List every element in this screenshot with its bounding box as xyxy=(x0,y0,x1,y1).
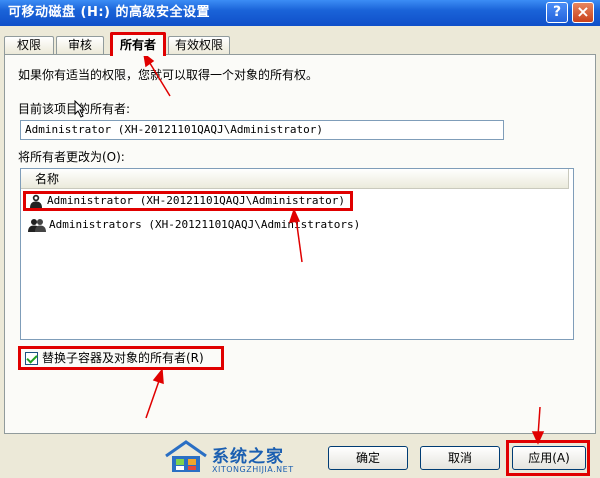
tab-effective-permissions[interactable]: 有效权限 xyxy=(168,36,230,54)
intro-text: 如果你有适当的权限，您就可以取得一个对象的所有权。 xyxy=(18,68,319,82)
owner-list[interactable]: 名称 Administrator (XH-20121101QAQJ\Admini… xyxy=(20,168,574,340)
apply-button[interactable]: 应用(A) xyxy=(512,446,586,470)
column-header-name[interactable]: 名称 xyxy=(21,169,569,189)
title-bar: 可移动磁盘 (H:) 的高级安全设置 ? × xyxy=(0,0,600,26)
help-icon: ? xyxy=(552,4,562,20)
tab-strip: 权限 审核 所有者 有效权限 xyxy=(0,30,600,56)
current-owner-field: Administrator (XH-20121101QAQJ\Administr… xyxy=(20,120,504,140)
mouse-cursor-icon xyxy=(74,100,86,118)
tab-owner[interactable]: 所有者 xyxy=(110,32,166,56)
cancel-button[interactable]: 取消 xyxy=(420,446,500,470)
replace-owner-checkbox[interactable] xyxy=(25,352,38,365)
change-owner-label: 将所有者更改为(O): xyxy=(18,150,125,164)
replace-owner-option[interactable]: 替换子容器及对象的所有者(R) xyxy=(18,346,224,370)
owner-item-label: Administrators (XH-20121101QAQJ\Administ… xyxy=(49,218,361,231)
watermark-url: XITONGZHIJIA.NET xyxy=(212,465,294,474)
tab-auditing[interactable]: 审核 xyxy=(56,36,104,54)
help-button[interactable]: ? xyxy=(546,2,568,23)
replace-owner-label: 替换子容器及对象的所有者(R) xyxy=(42,351,204,365)
owner-item-label: Administrator (XH-20121101QAQJ\Administr… xyxy=(47,194,346,207)
users-group-icon xyxy=(28,219,46,232)
close-button[interactable]: × xyxy=(572,2,594,23)
watermark-brand: 系统之家 xyxy=(212,447,284,467)
tab-permissions[interactable]: 权限 xyxy=(4,36,54,54)
ok-button[interactable]: 确定 xyxy=(328,446,408,470)
owner-list-item-administrator[interactable]: Administrator (XH-20121101QAQJ\Administr… xyxy=(23,191,353,211)
house-logo-icon xyxy=(165,440,207,472)
owner-list-item-administrators[interactable]: Administrators (XH-20121101QAQJ\Administ… xyxy=(23,215,360,235)
window-title: 可移动磁盘 (H:) 的高级安全设置 xyxy=(8,5,211,20)
user-icon xyxy=(30,194,42,208)
close-icon: × xyxy=(576,2,590,21)
